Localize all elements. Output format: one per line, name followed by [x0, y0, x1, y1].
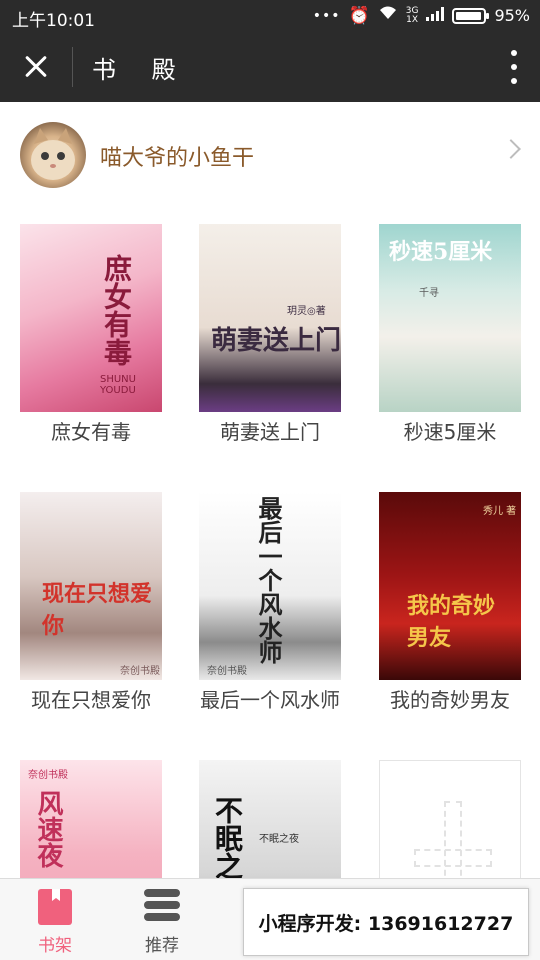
- book-title: 萌妻送上门: [220, 420, 320, 444]
- battery-percent: 95%: [494, 6, 530, 25]
- status-bar: 上午10:01 ••• ⏰ 3G 1X 95%: [0, 0, 540, 32]
- more-dot: [511, 78, 517, 84]
- notification-dots-icon: •••: [312, 7, 341, 24]
- tab-recommend[interactable]: 推荐: [117, 889, 207, 956]
- cover-subtitle: 不眠之夜: [259, 834, 299, 845]
- tab-label: 推荐: [145, 936, 179, 956]
- book-item[interactable]: 最后一个风水师 奈创书殿 最后一个风水师: [199, 492, 341, 713]
- more-dot: [511, 50, 517, 56]
- book-cover[interactable]: 现在只想爱你 奈创书殿: [20, 492, 162, 680]
- cover-title: 最后一个风水师: [254, 496, 283, 664]
- cover-title: 现在只想爱你: [42, 581, 153, 639]
- cover-title: 庶女有毒: [100, 254, 133, 366]
- book-item[interactable]: 秒速5厘米 千寻 秒速5厘米: [379, 224, 521, 445]
- title-divider: [72, 47, 73, 87]
- user-profile-row[interactable]: 喵大爷的小鱼干: [0, 102, 540, 210]
- recommend-stack-icon: [144, 889, 180, 925]
- more-vertical-icon[interactable]: [508, 50, 520, 84]
- title-bar: 书 殿: [0, 32, 540, 102]
- book-title: 庶女有毒: [51, 420, 131, 444]
- book-item[interactable]: 现在只想爱你 奈创书殿 现在只想爱你: [20, 492, 162, 713]
- cover-subtitle: 秀儿 著: [483, 506, 517, 517]
- tab-label: 书架: [38, 936, 72, 956]
- cover-subtitle: 玥灵◎著: [287, 306, 326, 317]
- book-cover[interactable]: 最后一个风水师 奈创书殿: [199, 492, 341, 680]
- cover-title: 我的奇妙男友: [407, 593, 496, 651]
- book-title: 现在只想爱你: [31, 688, 151, 712]
- page-title: 书 殿: [92, 56, 190, 84]
- tab-bookshelf[interactable]: 书架: [10, 889, 100, 956]
- book-cover[interactable]: 庶女有毒 SHUNU YOUDU: [20, 224, 162, 412]
- book-cover[interactable]: 我的奇妙男友 秀儿 著: [379, 492, 521, 680]
- network-type: 3G 1X: [406, 6, 419, 25]
- book-cover[interactable]: 秒速5厘米 千寻: [379, 224, 521, 412]
- alarm-icon: ⏰: [348, 5, 370, 26]
- book-title: 我的奇妙男友: [390, 688, 510, 712]
- avatar[interactable]: [20, 122, 86, 188]
- book-item[interactable]: 我的奇妙男友 秀儿 著 我的奇妙男友: [379, 492, 521, 713]
- promo-banner: 小程序开发: 13691612727: [243, 888, 529, 956]
- network-1x: 1X: [406, 14, 419, 25]
- battery-icon: [452, 7, 490, 24]
- signal-icon: [426, 6, 445, 26]
- status-icons: ••• ⏰ 3G 1X 95%: [313, 5, 530, 26]
- close-icon[interactable]: [12, 45, 60, 89]
- cat-avatar-icon: [31, 128, 75, 180]
- chevron-right-icon: [501, 139, 521, 159]
- battery-level: [456, 11, 482, 20]
- cover-subtitle: 千寻: [419, 288, 439, 299]
- wifi-icon: [378, 5, 398, 26]
- cover-subtitle: SHUNU YOUDU: [100, 374, 136, 396]
- cover-subtitle: 奈创书殿: [207, 666, 247, 677]
- cover-title: 萌妻送上门: [211, 326, 341, 356]
- more-dot: [511, 64, 517, 70]
- book-item[interactable]: 萌妻送上门 玥灵◎著 萌妻送上门: [199, 224, 341, 445]
- username: 喵大爷的小鱼干: [100, 146, 255, 171]
- book-title: 秒速5厘米: [403, 420, 497, 444]
- cover-title: 秒速5厘米: [389, 239, 493, 265]
- book-item[interactable]: 庶女有毒 SHUNU YOUDU 庶女有毒: [20, 224, 162, 445]
- bookshelf-icon: [38, 889, 72, 925]
- status-time: 上午10:01: [12, 11, 95, 31]
- book-title: 最后一个风水师: [200, 688, 340, 712]
- cover-subtitle: 奈创书殿: [120, 666, 160, 677]
- cover-subtitle: 奈创书殿: [28, 770, 68, 781]
- book-cover[interactable]: 萌妻送上门 玥灵◎著: [199, 224, 341, 412]
- cover-title: 风速夜: [33, 790, 63, 868]
